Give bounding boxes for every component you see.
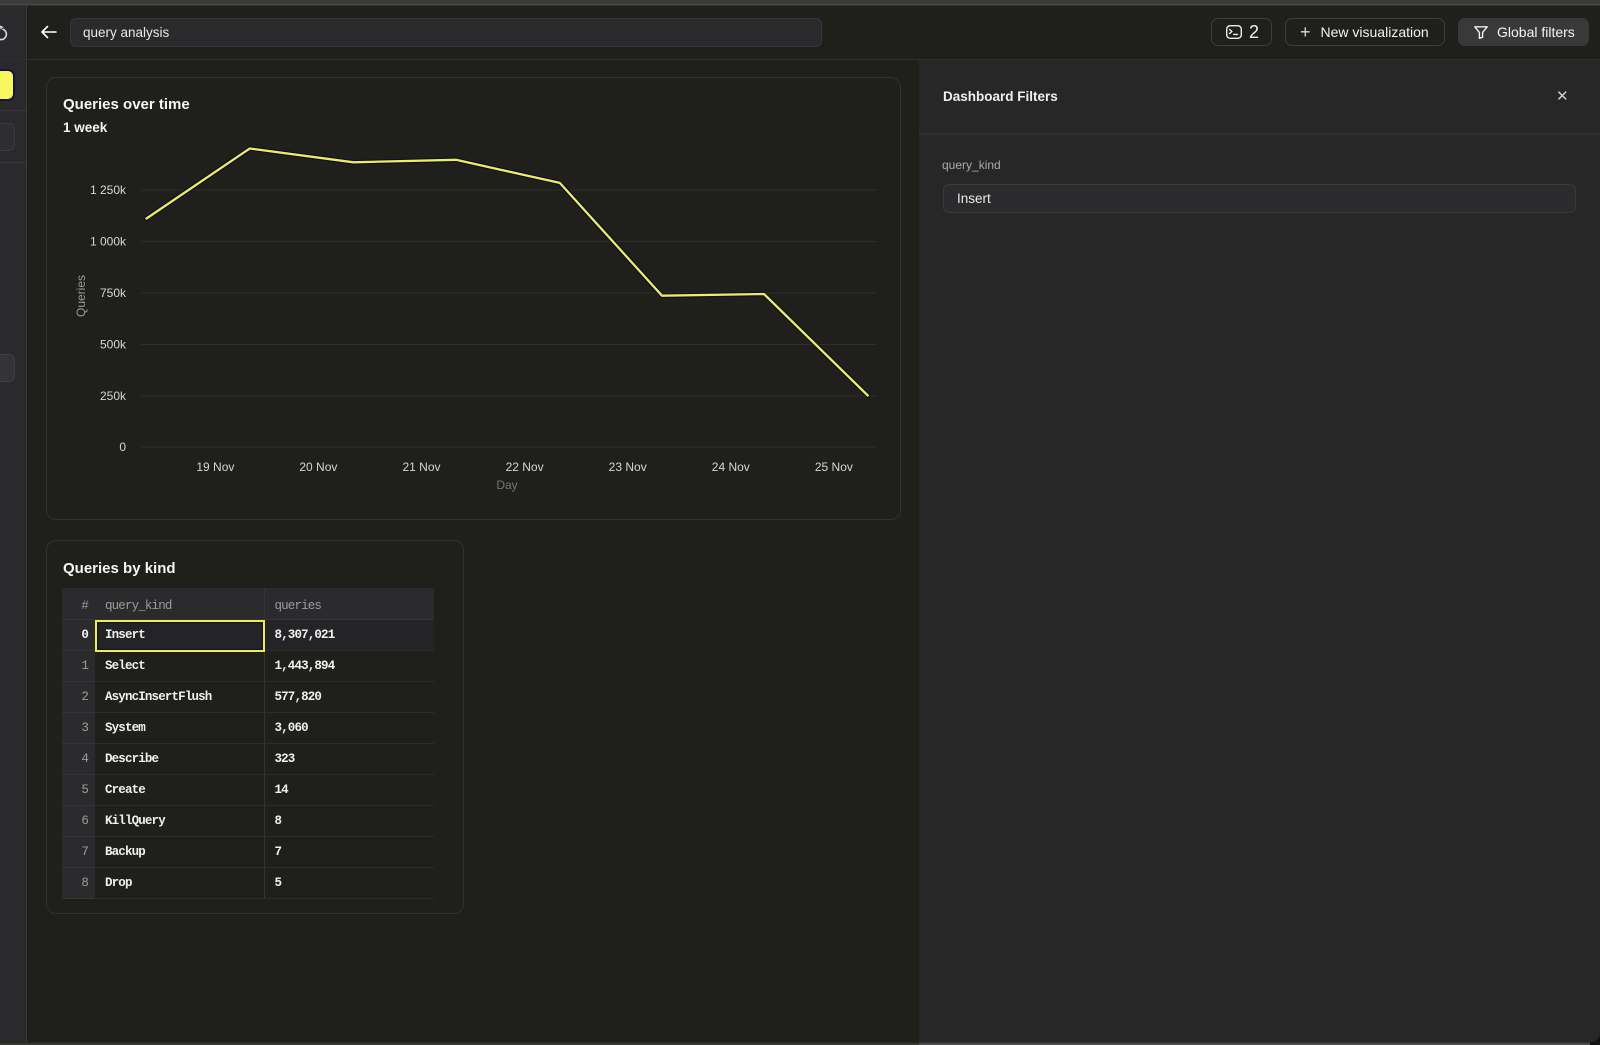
svg-text:22 Nov: 22 Nov — [506, 460, 544, 474]
svg-text:500k: 500k — [100, 338, 127, 352]
svg-text:25 Nov: 25 Nov — [815, 460, 853, 474]
svg-text:21 Nov: 21 Nov — [402, 460, 440, 474]
svg-text:750k: 750k — [100, 286, 127, 300]
svg-text:24 Nov: 24 Nov — [712, 460, 750, 474]
svg-text:0: 0 — [119, 440, 126, 454]
svg-text:1 000k: 1 000k — [90, 235, 127, 249]
svg-text:250k: 250k — [100, 389, 127, 403]
svg-text:23 Nov: 23 Nov — [609, 460, 647, 474]
svg-text:Queries: Queries — [74, 275, 88, 317]
svg-text:Day: Day — [496, 478, 517, 492]
svg-text:20 Nov: 20 Nov — [299, 460, 337, 474]
svg-text:19 Nov: 19 Nov — [196, 460, 234, 474]
svg-text:1 250k: 1 250k — [90, 183, 127, 197]
